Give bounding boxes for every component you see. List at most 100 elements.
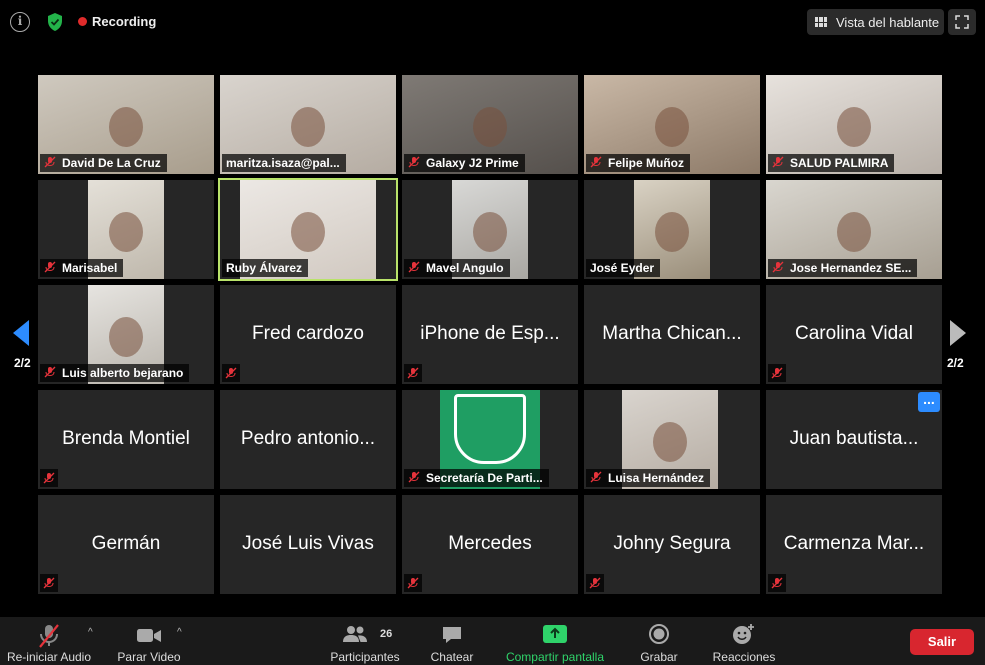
participant-name: Juan bautista...	[789, 428, 919, 449]
reactions-button[interactable]: Reacciones	[706, 617, 782, 665]
participant-tile[interactable]: Carmenza Mar...	[766, 495, 942, 594]
participant-tile[interactable]: Juan bautista......	[766, 390, 942, 489]
video-button[interactable]: Parar Video	[110, 617, 188, 665]
speaker-view-button[interactable]: Vista del hablante	[807, 9, 944, 35]
participant-tile[interactable]: David De La Cruz	[38, 75, 214, 174]
share-screen-button[interactable]: Compartir pantalla	[497, 617, 613, 665]
participant-tile[interactable]: Germán	[38, 495, 214, 594]
participant-name-label: Luisa Hernández	[586, 469, 711, 487]
chat-label: Chatear	[430, 650, 474, 664]
participant-tile[interactable]: Brenda Montiel	[38, 390, 214, 489]
shield-icon[interactable]	[46, 12, 64, 32]
record-button[interactable]: Grabar	[630, 617, 688, 665]
participant-tile[interactable]: José Luis Vivas	[220, 495, 396, 594]
participant-tile[interactable]: Ruby Álvarez	[218, 178, 398, 281]
person-silhouette	[655, 106, 689, 147]
video-label: Parar Video	[117, 650, 181, 664]
participant-name-label: maritza.isaza@pal...	[222, 154, 346, 172]
page-number: 2/2	[947, 356, 964, 370]
mic-muted-icon	[404, 574, 422, 592]
participants-label: Participantes	[330, 650, 400, 664]
more-options-button[interactable]: ...	[918, 392, 940, 412]
participant-tile[interactable]: Secretaría De Parti...	[402, 390, 578, 489]
participant-name-label: SALUD PALMIRA	[768, 154, 895, 172]
participant-tile[interactable]: Felipe Muñoz	[584, 75, 760, 174]
mic-muted-icon	[44, 366, 56, 381]
participant-name: Pedro antonio...	[240, 428, 376, 449]
participant-tile[interactable]: Galaxy J2 Prime	[402, 75, 578, 174]
fullscreen-button[interactable]	[948, 9, 976, 35]
participant-name: Carolina Vidal	[795, 323, 913, 344]
participants-count: 26	[380, 628, 393, 640]
participant-tile[interactable]: Johny Segura	[584, 495, 760, 594]
mic-muted-icon	[590, 156, 602, 171]
participant-tile[interactable]: Fred cardozo	[220, 285, 396, 384]
record-icon	[649, 624, 669, 644]
previous-page-button[interactable]: 2/2	[10, 290, 31, 380]
speaker-view-label: Vista del hablante	[836, 14, 940, 30]
audio-options-chevron-icon[interactable]: ^	[88, 627, 93, 638]
participants-button[interactable]: 26 Participantes	[326, 617, 404, 665]
participant-name-label: Secretaría De Parti...	[404, 469, 549, 487]
share-screen-label: Compartir pantalla	[505, 650, 605, 664]
participant-name: Fred cardozo	[252, 323, 364, 344]
person-silhouette	[291, 211, 325, 252]
mic-muted-icon	[404, 364, 422, 382]
chat-button[interactable]: Chatear	[423, 617, 481, 665]
mic-muted-icon	[772, 261, 784, 276]
top-bar: i Recording Vista del hablante	[0, 0, 985, 44]
participant-name-label: José Eyder	[586, 259, 661, 277]
arrow-right-icon	[950, 320, 966, 346]
mic-muted-icon	[590, 471, 602, 486]
participant-tile[interactable]: SALUD PALMIRA	[766, 75, 942, 174]
participant-name: Luis alberto bejarano	[62, 366, 184, 380]
participant-tile[interactable]: Pedro antonio...	[220, 390, 396, 489]
participant-name-label: Mavel Angulo	[404, 259, 510, 277]
participant-name: SALUD PALMIRA	[790, 156, 889, 170]
participant-name: David De La Cruz	[62, 156, 161, 170]
participant-name-label: Jose Hernandez SE...	[768, 259, 918, 277]
chat-bubble-icon	[443, 627, 461, 643]
video-options-chevron-icon[interactable]: ^	[177, 627, 182, 638]
recording-indicator[interactable]: Recording	[78, 14, 156, 29]
participant-tile[interactable]: Mercedes	[402, 495, 578, 594]
person-silhouette	[837, 106, 871, 147]
participant-tile[interactable]: iPhone de Esp...	[402, 285, 578, 384]
participant-name: Secretaría De Parti...	[426, 471, 543, 485]
person-silhouette	[109, 211, 143, 252]
audio-button[interactable]: Re-iniciar Audio	[0, 617, 98, 665]
leave-button[interactable]: Salir	[910, 629, 974, 655]
participant-tile[interactable]: José Eyder	[584, 180, 760, 279]
participant-tile[interactable]: Martha Chican...	[584, 285, 760, 384]
participant-tile[interactable]: Jose Hernandez SE...	[766, 180, 942, 279]
participant-tile[interactable]: Mavel Angulo	[402, 180, 578, 279]
fullscreen-icon	[955, 15, 969, 29]
participant-tile[interactable]: maritza.isaza@pal...	[220, 75, 396, 174]
recording-label: Recording	[92, 14, 157, 29]
participant-name-label: Felipe Muñoz	[586, 154, 690, 172]
participant-tile[interactable]: Luisa Hernández	[584, 390, 760, 489]
mic-muted-icon	[44, 261, 56, 276]
mic-muted-icon	[772, 156, 784, 171]
participant-name: Carmenza Mar...	[783, 533, 925, 554]
meeting-toolbar: Re-iniciar Audio ^ Parar Video ^ 26 Part…	[0, 617, 985, 665]
record-label: Grabar	[640, 650, 678, 664]
participant-tile[interactable]: Luis alberto bejarano	[38, 285, 214, 384]
info-icon[interactable]: i	[10, 12, 30, 32]
participant-name: Jose Hernandez SE...	[790, 261, 912, 275]
person-silhouette	[109, 316, 143, 357]
participant-name: Felipe Muñoz	[608, 156, 684, 170]
mic-muted-icon	[408, 261, 420, 276]
mic-muted-icon	[222, 364, 240, 382]
participant-tile[interactable]: Carolina Vidal	[766, 285, 942, 384]
next-page-button[interactable]: 2/2	[944, 290, 974, 380]
mic-muted-icon	[39, 624, 59, 648]
person-silhouette	[473, 106, 507, 147]
mic-muted-icon	[768, 364, 786, 382]
participant-name: Germán	[91, 533, 161, 554]
person-silhouette	[653, 421, 687, 462]
audio-label: Re-iniciar Audio	[6, 650, 92, 664]
participant-name: Martha Chican...	[602, 323, 742, 344]
share-screen-icon	[543, 625, 567, 643]
participant-tile[interactable]: Marisabel	[38, 180, 214, 279]
